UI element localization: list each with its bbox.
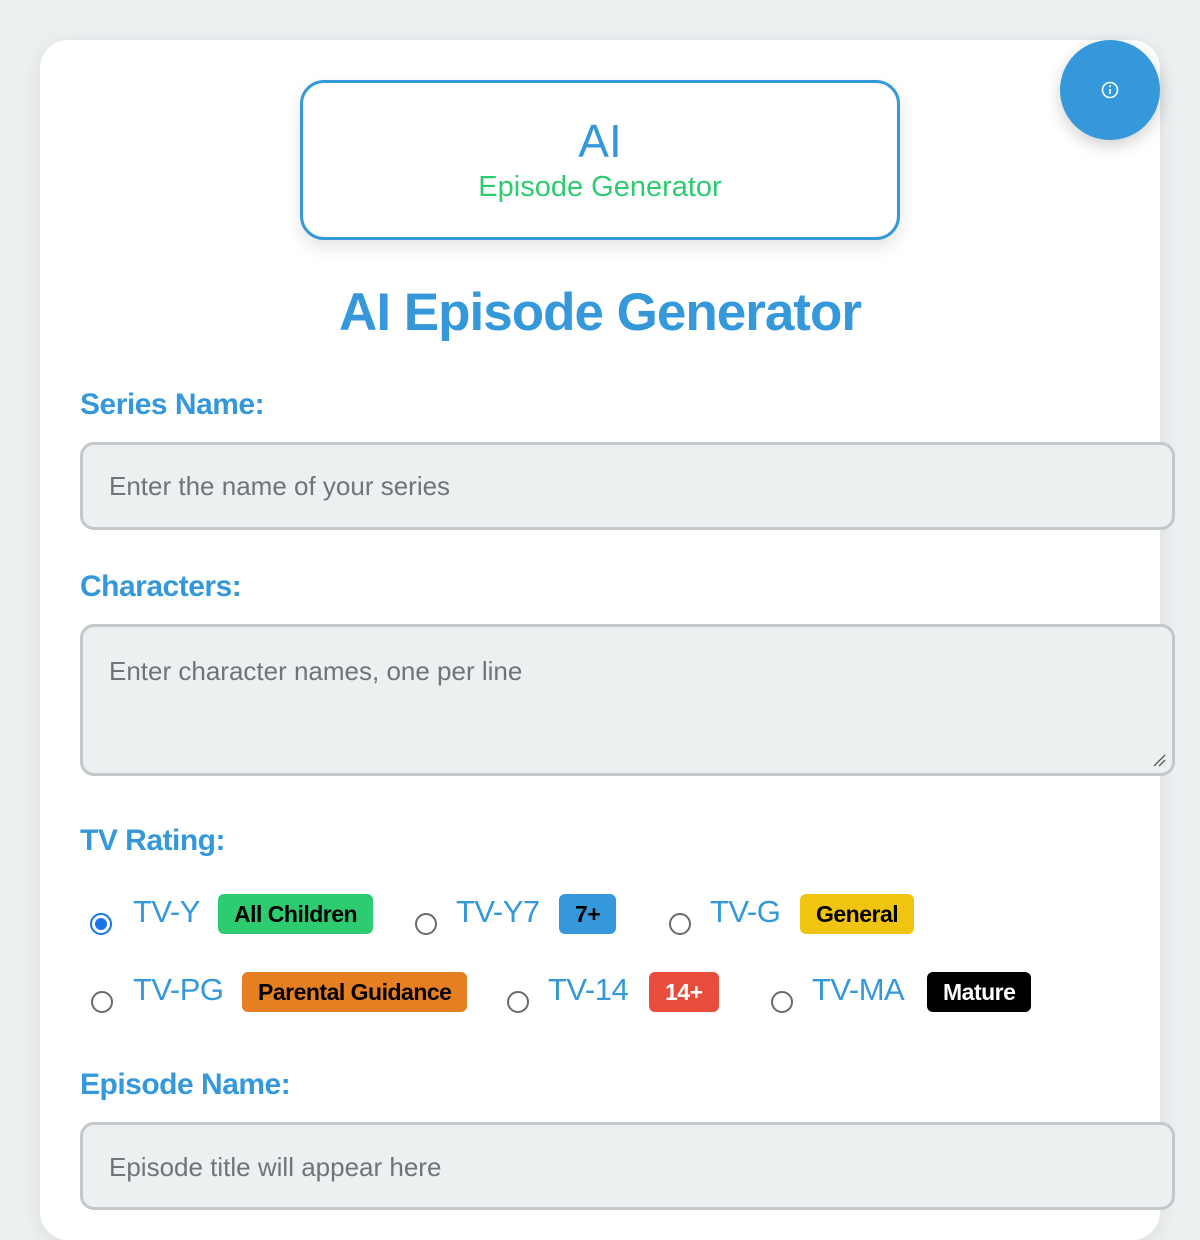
info-button[interactable] <box>1060 40 1160 140</box>
rating-label-tv-ma: TV-MA <box>812 972 905 1007</box>
rating-label-tv-g: TV-G <box>710 894 781 929</box>
rating-badge-tv-y: All Children <box>218 894 374 934</box>
rating-badge-tv-14: 14+ <box>649 972 719 1012</box>
page-title: AI Episode Generator <box>339 283 862 342</box>
rating-badge-tv-y7: 7+ <box>559 894 617 934</box>
rating-badge-tv-ma: Mature <box>927 972 1032 1012</box>
resize-handle-icon[interactable] <box>1152 753 1166 767</box>
rating-radio-tv-ma[interactable] <box>771 991 793 1013</box>
rating-radio-tv-y7[interactable] <box>415 913 437 935</box>
rating-radio-tv-y[interactable] <box>90 913 112 935</box>
episode-name-label: Episode Name: <box>80 1068 291 1101</box>
episode-name-field[interactable]: Episode title will appear here <box>80 1122 1175 1210</box>
rating-radio-tv-pg[interactable] <box>91 991 113 1013</box>
rating-badge-tv-pg: Parental Guidance <box>242 972 468 1012</box>
rating-label-tv-y: TV-Y <box>133 894 200 929</box>
series-name-label: Series Name: <box>80 388 265 421</box>
rating-radio-tv-g[interactable] <box>669 913 691 935</box>
tv-rating-label: TV Rating: <box>80 824 226 857</box>
rating-label-tv-14: TV-14 <box>548 972 629 1007</box>
series-name-placeholder: Enter the name of your series <box>109 471 451 501</box>
logo-sub-text: Episode Generator <box>478 171 722 203</box>
app-logo: AI Episode Generator <box>300 80 900 240</box>
episode-name-placeholder: Episode title will appear here <box>109 1152 442 1182</box>
rating-label-tv-y7: TV-Y7 <box>456 894 540 929</box>
characters-textarea[interactable]: Enter character names, one per line <box>80 624 1175 776</box>
rating-label-tv-pg: TV-PG <box>133 972 224 1007</box>
characters-label: Characters: <box>80 570 242 603</box>
series-name-input[interactable]: Enter the name of your series <box>80 442 1175 530</box>
logo-main-text: AI <box>578 115 622 167</box>
characters-placeholder: Enter character names, one per line <box>109 656 523 686</box>
rating-radio-tv-14[interactable] <box>507 991 529 1013</box>
rating-badge-tv-g: General <box>800 894 915 934</box>
info-circle-icon <box>1101 81 1119 99</box>
